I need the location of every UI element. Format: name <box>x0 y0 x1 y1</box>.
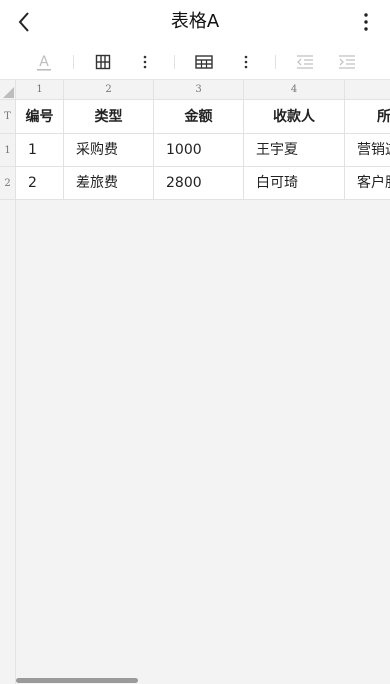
toolbar-divider <box>73 55 74 69</box>
toolbar-divider <box>275 55 276 69</box>
table-cell[interactable]: 采购费 <box>64 134 154 167</box>
table-cell[interactable]: 2 <box>16 167 64 200</box>
spreadsheet-grid[interactable]: 1 2 3 4 T 1 2 编号 类型 金额 收款人 所 1 采购费 1000 … <box>0 80 390 684</box>
column-more-button[interactable] <box>133 50 157 74</box>
column-layout-button[interactable] <box>91 50 115 74</box>
chevron-left-icon <box>18 12 29 32</box>
more-options-button[interactable] <box>354 10 378 34</box>
column-header[interactable]: 2 <box>64 80 154 100</box>
table-cell[interactable]: 差旅费 <box>64 167 154 200</box>
page-title: 表格A <box>170 11 220 32</box>
table-header-cell[interactable]: 编号 <box>16 100 64 134</box>
table-cell[interactable]: 客户服 <box>345 167 390 200</box>
outdent-button[interactable] <box>293 50 317 74</box>
table-header-cell[interactable]: 类型 <box>64 100 154 134</box>
table-header-cell[interactable]: 收款人 <box>244 100 345 134</box>
table-cell[interactable]: 1 <box>16 134 64 167</box>
table-cell[interactable]: 营销这 <box>345 134 390 167</box>
corner-triangle-icon <box>3 87 14 98</box>
column-layout-icon <box>95 54 111 70</box>
select-all-corner[interactable] <box>0 80 16 100</box>
column-header[interactable]: 3 <box>154 80 244 100</box>
table-body: 编号 类型 金额 收款人 所 1 采购费 1000 王宇夏 营销这 2 差旅费 … <box>16 100 390 200</box>
table-cell[interactable]: 白可琦 <box>244 167 345 200</box>
toolbar-divider <box>174 55 175 69</box>
table-header-cell[interactable]: 金额 <box>154 100 244 134</box>
font-color-icon: A <box>37 54 51 71</box>
more-vertical-icon <box>244 55 248 69</box>
back-button[interactable] <box>12 10 36 34</box>
horizontal-scrollbar[interactable] <box>16 678 138 683</box>
table-cell[interactable]: 王宇夏 <box>244 134 345 167</box>
table-cell[interactable]: 2800 <box>154 167 244 200</box>
table-cell[interactable]: 1000 <box>154 134 244 167</box>
row-header-empty <box>0 200 16 684</box>
column-header[interactable] <box>345 80 390 100</box>
svg-text:A: A <box>39 54 49 70</box>
column-header[interactable]: 1 <box>16 80 64 100</box>
table-grid-button[interactable] <box>192 50 216 74</box>
formatting-toolbar: A <box>0 44 390 80</box>
table-header-cell[interactable]: 所 <box>345 100 390 134</box>
table-more-button[interactable] <box>234 50 258 74</box>
indent-icon <box>339 55 355 69</box>
more-vertical-icon <box>364 13 368 31</box>
row-header[interactable]: 1 <box>0 134 16 167</box>
more-vertical-icon <box>143 55 147 69</box>
table-grid-icon <box>195 55 213 69</box>
row-header[interactable]: 2 <box>0 167 16 200</box>
app-header: 表格A <box>0 0 390 44</box>
row-header-title[interactable]: T <box>0 100 16 134</box>
indent-button[interactable] <box>335 50 359 74</box>
outdent-icon <box>297 55 313 69</box>
column-header[interactable]: 4 <box>244 80 345 100</box>
font-color-button[interactable]: A <box>32 50 56 74</box>
